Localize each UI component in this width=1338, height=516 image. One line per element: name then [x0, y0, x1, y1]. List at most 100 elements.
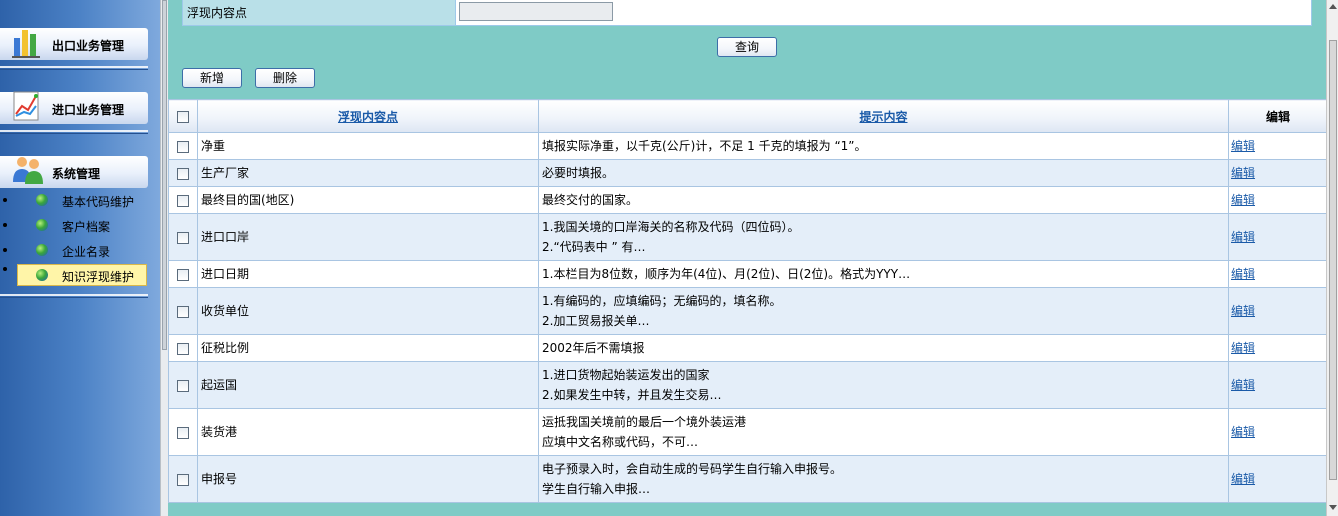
table-row: 收货单位 1.有编码的，应填编码；无编码的，填名称。 2.加工贸易报关单… 编辑 — [168, 287, 1328, 335]
row-name: 起运国 — [197, 361, 539, 409]
row-hint: 电子预录入时，会自动生成的号码学生自行输入申报号。 学生自行输入申报… — [538, 455, 1229, 503]
row-checkbox[interactable] — [177, 473, 189, 486]
sidebar-section-system[interactable]: 系统管理 — [0, 156, 148, 188]
edit-link[interactable]: 编辑 — [1231, 472, 1255, 486]
edit-link[interactable]: 编辑 — [1231, 304, 1255, 318]
edit-link[interactable]: 编辑 — [1231, 139, 1255, 153]
table-row: 进口口岸 1.我国关境的口岸海关的名称及代码（四位码）。 2.“代码表中 ” 有…… — [168, 213, 1328, 261]
edit-link[interactable]: 编辑 — [1231, 267, 1255, 281]
query-button[interactable]: 查询 — [717, 37, 777, 57]
sidebar-item-label: 客户档案 — [62, 220, 111, 234]
sidebar: 出口业务管理 进口业务管理 系统管理 基本代码维护 客户档案 企业名录 知识浮现… — [0, 0, 160, 516]
scrollbar-thumb[interactable] — [1329, 40, 1337, 480]
row-hint-line: 2002年后不需填报 — [542, 341, 645, 355]
scroll-down-icon[interactable] — [1329, 505, 1337, 510]
divider — [0, 294, 148, 296]
sidebar-scrollbar[interactable] — [160, 0, 168, 516]
row-edit-cell: 编辑 — [1228, 159, 1328, 187]
divider — [0, 69, 148, 70]
sidebar-section-export[interactable]: 出口业务管理 — [0, 28, 148, 60]
row-checkbox[interactable] — [177, 342, 189, 355]
row-name: 生产厂家 — [197, 159, 539, 187]
row-edit-cell: 编辑 — [1228, 334, 1328, 362]
sidebar-item-enterprise[interactable]: 企业名录 — [0, 238, 160, 263]
sidebar-section-label: 出口业务管理 — [52, 39, 125, 53]
table-row: 进口日期 1.本栏目为8位数，顺序为年(4位)、月(2位)、日(2位)。格式为Y… — [168, 260, 1328, 288]
row-edit-cell: 编辑 — [1228, 408, 1328, 456]
divider — [0, 297, 148, 298]
search-form: 浮现内容点 — [182, 0, 1312, 26]
table-row: 起运国 1.进口货物起始装运发出的国家 2.如果发生中转，并且发生交易… 编辑 — [168, 361, 1328, 409]
edit-link[interactable]: 编辑 — [1231, 193, 1255, 207]
sidebar-section-label: 进口业务管理 — [52, 103, 125, 117]
bullet-icon — [3, 198, 7, 202]
row-hint-line: 学生自行输入申报… — [542, 482, 651, 496]
globe-icon — [36, 219, 48, 231]
sidebar-item-basic-code[interactable]: 基本代码维护 — [0, 188, 160, 213]
users-icon — [13, 157, 43, 184]
select-all-cell — [168, 99, 198, 133]
row-name: 收货单位 — [197, 287, 539, 335]
row-name: 装货港 — [197, 408, 539, 456]
row-checkbox[interactable] — [177, 194, 189, 207]
page-scrollbar[interactable] — [1326, 0, 1338, 516]
row-hint: 必要时填报。 — [538, 159, 1229, 187]
sidebar-item-customer[interactable]: 客户档案 — [0, 213, 160, 238]
row-hint: 1.本栏目为8位数，顺序为年(4位)、月(2位)、日(2位)。格式为YYY… — [538, 260, 1229, 288]
row-checkbox-cell — [168, 287, 198, 335]
row-checkbox-cell — [168, 132, 198, 160]
row-edit-cell: 编辑 — [1228, 361, 1328, 409]
bar-chart-icon — [12, 30, 40, 58]
row-checkbox[interactable] — [177, 231, 189, 244]
table-header-row: 浮现内容点 提示内容 编辑 — [168, 99, 1328, 133]
row-edit-cell: 编辑 — [1228, 132, 1328, 160]
add-button[interactable]: 新增 — [182, 68, 242, 88]
row-checkbox[interactable] — [177, 426, 189, 439]
divider — [0, 66, 148, 68]
table-row: 征税比例 2002年后不需填报 编辑 — [168, 334, 1328, 362]
line-chart-icon — [13, 91, 39, 121]
row-checkbox-cell — [168, 213, 198, 261]
main-content: 浮现内容点 查询 新增 删除 浮现内容点 提示内容 编辑 净重 填报实际净重，以… — [168, 0, 1328, 516]
edit-link[interactable]: 编辑 — [1231, 378, 1255, 392]
row-checkbox[interactable] — [177, 379, 189, 392]
row-name: 进口日期 — [197, 260, 539, 288]
sort-hint-link[interactable]: 提示内容 — [859, 110, 907, 124]
sidebar-section-import[interactable]: 进口业务管理 — [0, 91, 148, 124]
delete-button[interactable]: 删除 — [255, 68, 315, 88]
table-row: 净重 填报实际净重，以千克(公斤)计，不足 1 千克的填报为 “1”。 编辑 — [168, 132, 1328, 160]
table-row: 生产厂家 必要时填报。 编辑 — [168, 159, 1328, 187]
row-checkbox[interactable] — [177, 167, 189, 180]
search-input[interactable] — [459, 2, 613, 21]
row-hint-line: 1.我国关境的口岸海关的名称及代码（四位码）。 — [542, 220, 800, 234]
row-name: 最终目的国(地区) — [197, 186, 539, 214]
row-checkbox-cell — [168, 159, 198, 187]
row-checkbox-cell — [168, 361, 198, 409]
search-label: 浮现内容点 — [183, 0, 456, 25]
row-hint: 1.有编码的，应填编码；无编码的，填名称。 2.加工贸易报关单… — [538, 287, 1229, 335]
row-hint-line: 2.如果发生中转，并且发生交易… — [542, 388, 722, 402]
sidebar-section-label: 系统管理 — [52, 167, 101, 181]
globe-icon — [36, 269, 48, 281]
row-checkbox[interactable] — [177, 140, 189, 153]
sidebar-item-label: 知识浮现维护 — [62, 270, 135, 284]
scrollbar-thumb[interactable] — [162, 0, 167, 350]
row-checkbox[interactable] — [177, 268, 189, 281]
select-all-checkbox[interactable] — [177, 110, 189, 123]
sort-name-link[interactable]: 浮现内容点 — [338, 110, 398, 124]
edit-link[interactable]: 编辑 — [1231, 166, 1255, 180]
sidebar-item-knowledge[interactable]: 知识浮现维护 — [0, 263, 160, 288]
row-hint-line: 运抵我国关境前的最后一个境外装运港 — [542, 415, 747, 429]
bullet-icon — [3, 223, 7, 227]
row-edit-cell: 编辑 — [1228, 455, 1328, 503]
edit-link[interactable]: 编辑 — [1231, 341, 1255, 355]
edit-link[interactable]: 编辑 — [1231, 230, 1255, 244]
row-checkbox[interactable] — [177, 305, 189, 318]
data-table: 浮现内容点 提示内容 编辑 净重 填报实际净重，以千克(公斤)计，不足 1 千克… — [168, 99, 1328, 503]
row-hint-line: 1.有编码的，应填编码；无编码的，填名称。 — [542, 294, 782, 308]
scroll-up-icon[interactable] — [1329, 4, 1337, 9]
row-hint-line: 1.本栏目为8位数，顺序为年(4位)、月(2位)、日(2位)。格式为YYY… — [542, 267, 911, 281]
row-checkbox-cell — [168, 408, 198, 456]
row-hint-line: 2.加工贸易报关单… — [542, 314, 650, 328]
edit-link[interactable]: 编辑 — [1231, 425, 1255, 439]
